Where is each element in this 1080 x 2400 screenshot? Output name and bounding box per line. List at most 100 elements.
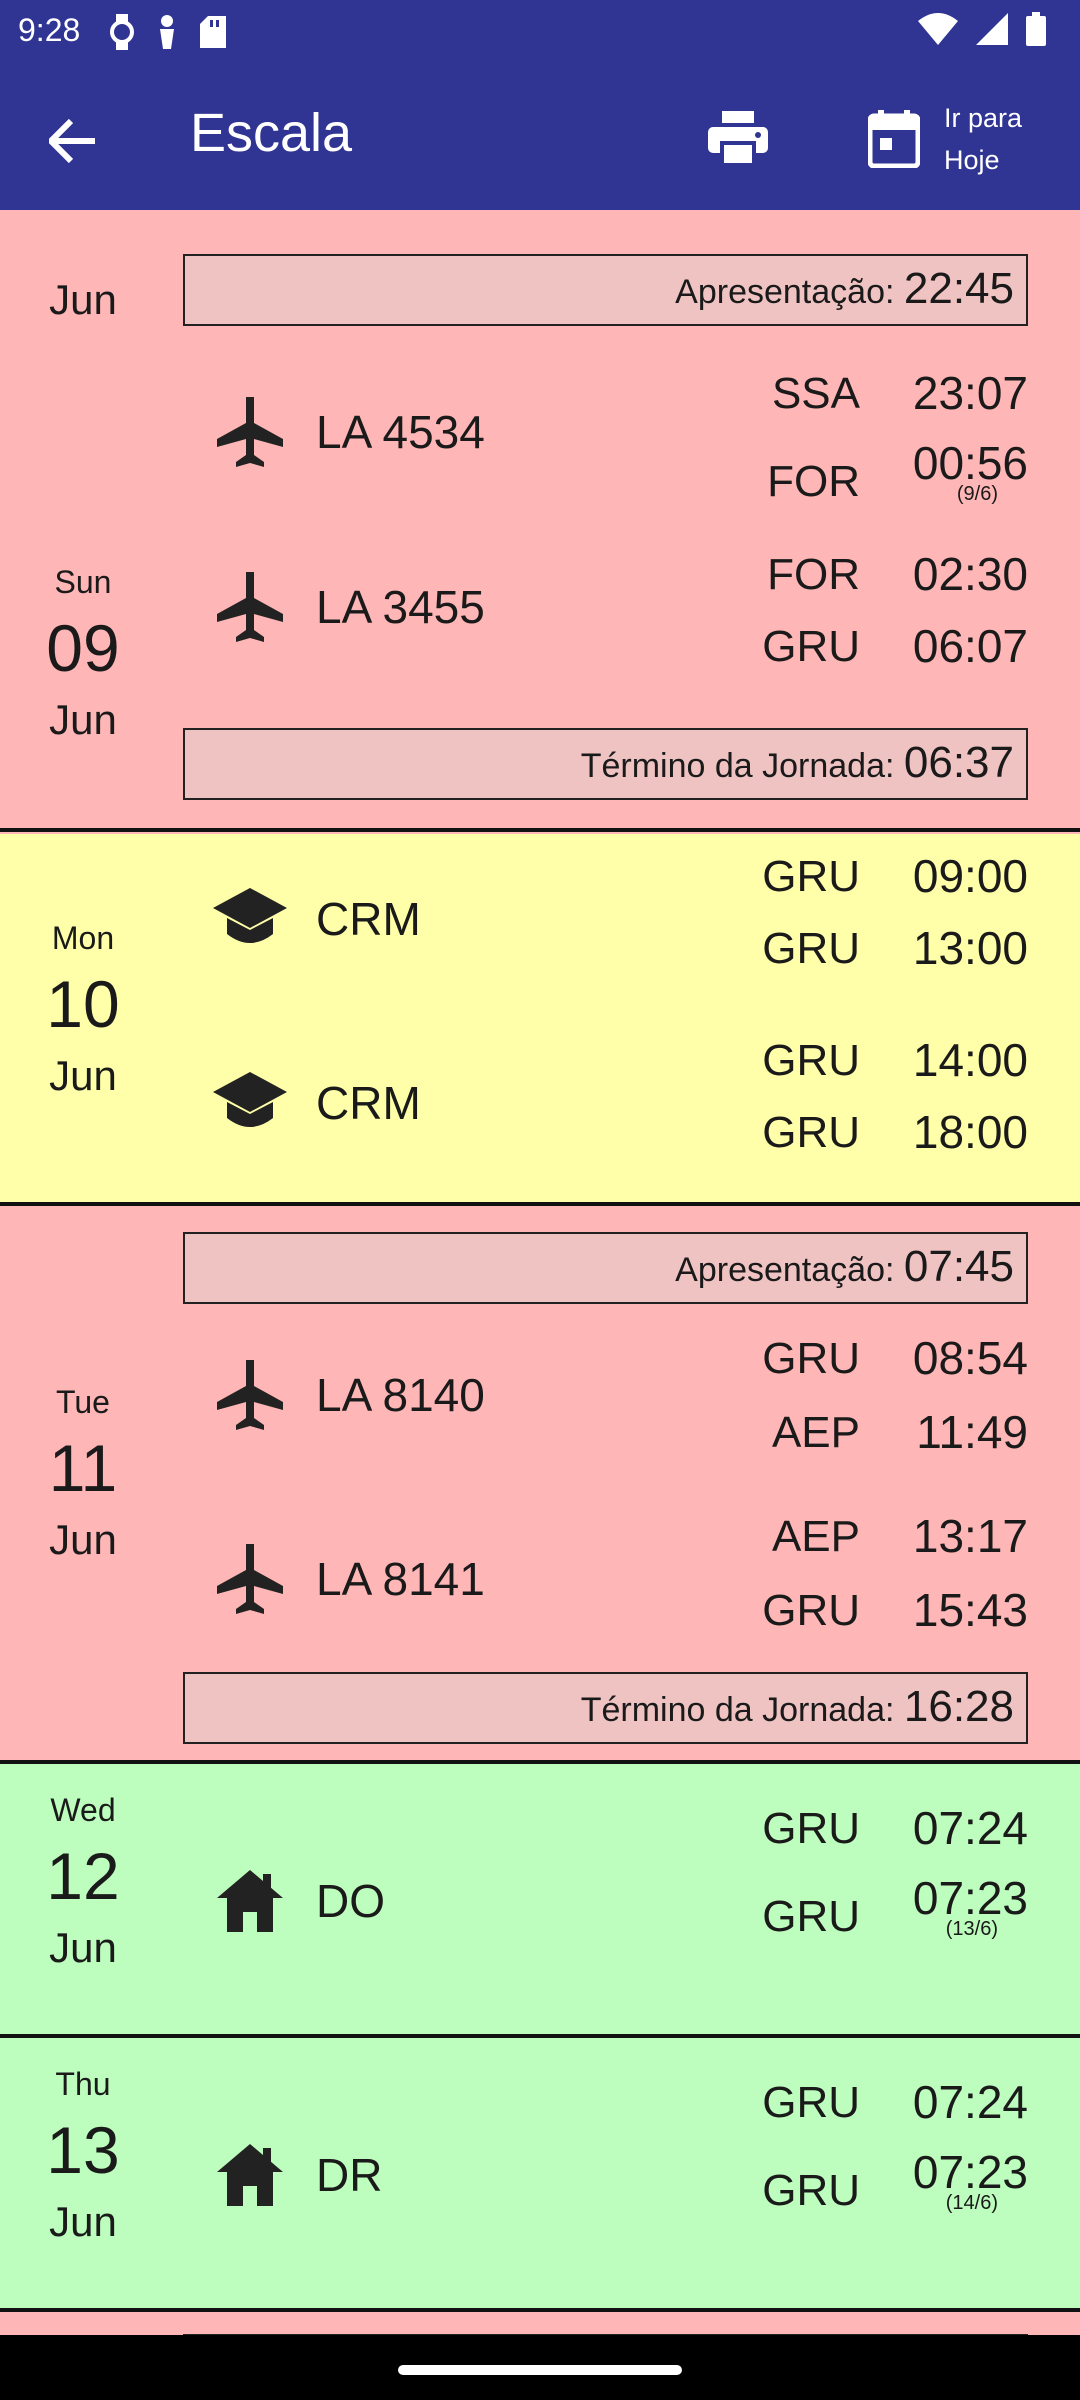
- departure-time: 23:07: [912, 367, 1028, 419]
- calendar-icon: [868, 110, 920, 168]
- home-icon: [217, 1870, 283, 1932]
- departure-airport: FOR: [767, 550, 860, 599]
- start-time: 09:00: [912, 850, 1028, 902]
- day-of-week: Sun: [54, 564, 112, 600]
- arrival-date-note: (9/6): [956, 483, 998, 505]
- end-of-duty-box: Término da Jornada: 06:37: [183, 728, 1028, 800]
- activity-row[interactable]: CRM GRU 09:00 GRU 13:00: [183, 850, 1028, 984]
- end-time: 18:00: [912, 1106, 1028, 1158]
- end-location: GRU: [762, 2166, 860, 2215]
- today-label-line2: Hoje: [944, 145, 1000, 175]
- end-of-duty-time: 16:28: [903, 1682, 1014, 1731]
- day-number: 12: [46, 1839, 120, 1913]
- navigation-bar: [0, 2335, 1080, 2400]
- activity-row[interactable]: LA 4534 SSA 23:07 FOR 00:56 (9/6): [183, 367, 1028, 506]
- airplane-icon: [217, 1544, 283, 1614]
- airplane-icon: [217, 572, 283, 642]
- presentation-label: Apresentação:: [675, 1251, 895, 1289]
- status-time: 9:28: [18, 12, 81, 48]
- day-of-week: Mon: [51, 920, 115, 956]
- day-of-week: Thu: [55, 2066, 111, 2102]
- activity-row[interactable]: DR GRU 07:24 GRU 07:23 (14/6): [183, 2076, 1028, 2240]
- presentation-label: Apresentação:: [675, 273, 895, 311]
- home-gesture-pill[interactable]: [398, 2365, 682, 2375]
- status-bar: 9:28: [0, 0, 1080, 66]
- start-time: 14:00: [912, 1034, 1028, 1086]
- day-card-13[interactable]: Thu 13 Jun DR GRU 07:24 GRU 07:23 (14/6): [0, 2038, 1080, 2312]
- schedule-list[interactable]: 0 Jun Apresentação: 22:45 LA 4534 SSA 23…: [0, 210, 1080, 2335]
- end-location: GRU: [762, 1892, 860, 1941]
- presentation-box: Apresentação: 22:45: [183, 254, 1028, 326]
- arrival-airport: FOR: [767, 457, 860, 506]
- departure-airport: GRU: [762, 1334, 860, 1383]
- flight-number: LA 8141: [316, 1553, 485, 1605]
- activity-name: DR: [316, 2149, 383, 2201]
- arrival-time: 15:43: [912, 1584, 1028, 1636]
- departure-time: 08:54: [912, 1332, 1028, 1384]
- presentation-time: 22:45: [903, 264, 1014, 313]
- flight-number: LA 4534: [316, 406, 485, 458]
- watch-icon: [110, 14, 134, 50]
- start-location: GRU: [762, 2078, 860, 2127]
- day-card-12[interactable]: Wed 12 Jun DO GRU 07:24 GRU 07:23 (13/6): [0, 1764, 1080, 2038]
- day-month: Jun: [49, 696, 117, 743]
- departure-time: 13:17: [912, 1510, 1028, 1562]
- battery-icon: [1026, 12, 1046, 46]
- day-month: Jun: [49, 1516, 117, 1563]
- graduation-cap-icon: [213, 888, 287, 943]
- presentation-box: Apresentação: 07:45: [183, 1232, 1028, 1304]
- app-bar: Escala Ir para Hoje: [0, 66, 1080, 210]
- day-card-10[interactable]: Mon 10 Jun CRM GRU 09:00 GRU 13:00 CRM G…: [0, 834, 1080, 1206]
- arrival-time: 06:07: [912, 620, 1028, 672]
- flight-number: LA 3455: [316, 581, 485, 633]
- airplane-icon: [217, 1360, 283, 1430]
- arrival-airport: AEP: [771, 1408, 860, 1457]
- day-card-09[interactable]: Sun 09 Jun LA 3455 FOR 02:30 GRU 06:07 T…: [0, 542, 1080, 832]
- start-location: GRU: [762, 1036, 860, 1085]
- arrival-time: 11:49: [916, 1406, 1028, 1458]
- day-card-11[interactable]: Tue 11 Jun Apresentação: 07:45 LA 8140 G…: [0, 1208, 1080, 1764]
- sd-card-icon: [200, 16, 226, 48]
- end-of-duty-label: Término da Jornada:: [580, 747, 895, 785]
- activity-name: CRM: [316, 893, 421, 945]
- departure-time: 02:30: [912, 548, 1028, 600]
- departure-airport: AEP: [771, 1512, 860, 1561]
- end-time: 13:00: [912, 922, 1028, 974]
- figure-icon: [160, 15, 174, 49]
- arrival-airport: GRU: [762, 1586, 860, 1635]
- day-number: 13: [46, 2113, 120, 2187]
- departure-airport: SSA: [771, 369, 860, 418]
- print-icon: [708, 111, 768, 165]
- day-number: 10: [46, 967, 120, 1041]
- end-location: GRU: [762, 1108, 860, 1157]
- day-month: Jun: [49, 1924, 117, 1971]
- day-month: Jun: [49, 276, 117, 323]
- day-number: 11: [48, 1431, 118, 1505]
- home-icon: [217, 2144, 283, 2206]
- activity-row[interactable]: CRM GRU 14:00 GRU 18:00: [183, 1034, 1028, 1168]
- wifi-icon: [918, 13, 958, 45]
- end-of-duty-time: 06:37: [903, 738, 1014, 787]
- activity-row[interactable]: LA 8140 GRU 08:54 AEP 11:49: [183, 1330, 1028, 1460]
- signal-icon: [976, 13, 1008, 45]
- day-card-next[interactable]: [0, 2314, 1080, 2335]
- end-location: GRU: [762, 924, 860, 973]
- day-of-week: Wed: [50, 1792, 116, 1828]
- activity-row[interactable]: LA 8141 AEP 13:17 GRU 15:43: [183, 1510, 1028, 1644]
- activity-row[interactable]: DO GRU 07:24 GRU 07:23 (13/6): [183, 1802, 1028, 1966]
- back-button[interactable]: [38, 106, 108, 176]
- end-date-note: (13/6): [945, 1918, 998, 1940]
- presentation-time: 07:45: [903, 1242, 1014, 1291]
- end-of-duty-label: Término da Jornada:: [580, 1691, 895, 1729]
- graduation-cap-icon: [213, 1072, 287, 1127]
- start-location: GRU: [762, 1804, 860, 1853]
- activity-name: CRM: [316, 1077, 421, 1129]
- day-month: Jun: [49, 1052, 117, 1099]
- activity-row[interactable]: LA 3455 FOR 02:30 GRU 06:07: [183, 542, 1028, 672]
- go-to-today-button[interactable]: Ir para Hoje: [868, 96, 1044, 182]
- day-number: 09: [46, 611, 120, 685]
- activity-name: DO: [316, 1875, 385, 1927]
- print-button[interactable]: [700, 100, 776, 176]
- today-label-line1: Ir para: [944, 103, 1023, 133]
- start-time: 07:24: [912, 2076, 1028, 2128]
